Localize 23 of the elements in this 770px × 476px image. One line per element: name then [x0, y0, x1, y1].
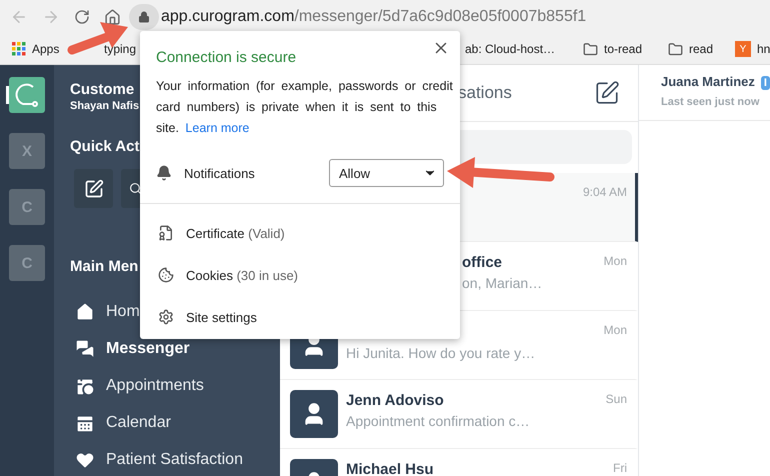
- section-heading: Main Men: [70, 258, 138, 275]
- message-time: Mon: [604, 322, 627, 339]
- message-preview: on, Marian…: [462, 275, 542, 291]
- section-heading: Quick Act: [70, 138, 140, 155]
- last-seen-status: Last seen just now: [661, 96, 760, 108]
- message-preview: Appointment confirmation c…: [346, 413, 530, 429]
- contact-name: Jenn Adoviso: [346, 392, 444, 409]
- message-preview: Hi Junita. How do you rate y…: [346, 345, 536, 361]
- message-time: Sun: [606, 391, 627, 408]
- permission-label: Notifications: [184, 166, 256, 180]
- contact-badge: I: [760, 76, 770, 90]
- security-description: Your information (for example, passwords or credit card numbers) is private when it is sent to this site. Learn more: [156, 78, 454, 137]
- contact-name: Michael Hsu: [346, 461, 434, 476]
- message-time: Fri: [613, 460, 627, 476]
- account-title: Custome: [70, 81, 134, 98]
- popup-title: Connection is secure: [156, 49, 298, 66]
- contact-name: Juana Martinez: [661, 74, 755, 89]
- message-time: Mon: [604, 253, 627, 270]
- contact-name: office: [462, 254, 502, 271]
- user-name: Shayan Nafis: [70, 100, 140, 112]
- panel-title: sations: [458, 83, 512, 103]
- message-time: 9:04 AM: [582, 184, 627, 201]
- site-badge-icon: Y: [735, 41, 751, 57]
